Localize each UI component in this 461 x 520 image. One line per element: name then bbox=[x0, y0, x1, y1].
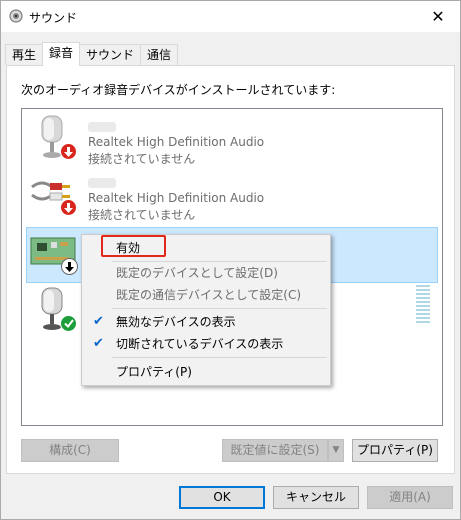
chevron-down-icon: ▼ bbox=[332, 445, 340, 455]
set-default-button[interactable]: 既定値に設定(S) bbox=[222, 439, 328, 462]
set-default-dropdown[interactable]: ▼ bbox=[328, 439, 344, 462]
panel-description: 次のオーディオ録音デバイスがインストールされています: bbox=[21, 83, 336, 97]
menu-item-show-disconnected[interactable]: ✔ 切断されているデバイスの表示 bbox=[84, 333, 328, 355]
down-arrow-icon bbox=[60, 199, 77, 216]
level-meter bbox=[416, 285, 430, 323]
checkmark-icon: ✔ bbox=[93, 336, 104, 351]
checkmark-icon: ✔ bbox=[93, 314, 104, 329]
sound-dialog: サウンド ✕ 再生 録音 サウンド 通信 次のオーディオ録音デバイスがインストー… bbox=[0, 0, 461, 520]
device-name: Realtek High Definition Audio bbox=[88, 135, 265, 149]
down-arrow-icon bbox=[60, 143, 77, 160]
device-name: Realtek High Definition Audio bbox=[88, 191, 265, 205]
close-icon: ✕ bbox=[431, 7, 445, 26]
tab-communications[interactable]: 通信 bbox=[140, 44, 179, 65]
menu-item-set-default[interactable]: 既定のデバイスとして設定(D) bbox=[84, 262, 328, 284]
window-title: サウンド bbox=[29, 11, 78, 25]
device-label-redacted bbox=[88, 121, 116, 135]
menu-item-show-disabled[interactable]: ✔ 無効なデバイスの表示 bbox=[84, 311, 328, 333]
menu-separator bbox=[112, 308, 327, 309]
ok-button[interactable]: OK bbox=[179, 486, 265, 509]
device-status: 接続されていません bbox=[88, 208, 196, 222]
annotation-highlight-box bbox=[101, 235, 166, 257]
menu-item-properties[interactable]: プロパティ(P) bbox=[84, 361, 328, 383]
menu-separator bbox=[112, 357, 327, 358]
tab-playback[interactable]: 再生 bbox=[5, 44, 44, 65]
menu-item-label: 既定の通信デバイスとして設定(C) bbox=[116, 288, 302, 302]
title-bar: サウンド ✕ bbox=[1, 1, 460, 32]
menu-item-label: プロパティ(P) bbox=[116, 365, 192, 379]
menu-item-label: 既定のデバイスとして設定(D) bbox=[116, 266, 278, 280]
down-arrow-icon bbox=[61, 258, 78, 275]
menu-item-set-default-communication[interactable]: 既定の通信デバイスとして設定(C) bbox=[84, 284, 328, 306]
device-status: 接続されていません bbox=[88, 152, 196, 166]
close-button[interactable]: ✕ bbox=[416, 1, 460, 32]
tab-sounds[interactable]: サウンド bbox=[79, 44, 142, 65]
check-icon bbox=[60, 315, 77, 332]
tab-recording[interactable]: 録音 bbox=[42, 42, 81, 66]
device-label-redacted bbox=[88, 177, 116, 191]
menu-item-label: 切断されているデバイスの表示 bbox=[116, 337, 284, 351]
device-item[interactable]: Realtek High Definition Audio 接続されていません bbox=[26, 169, 438, 225]
tab-strip: 再生 録音 サウンド 通信 bbox=[5, 42, 179, 66]
properties-button[interactable]: プロパティ(P) bbox=[352, 439, 438, 462]
menu-item-label: 無効なデバイスの表示 bbox=[116, 315, 236, 329]
speaker-icon bbox=[9, 9, 23, 23]
apply-button[interactable]: 適用(A) bbox=[367, 486, 453, 509]
configure-button[interactable]: 構成(C) bbox=[21, 439, 119, 462]
cancel-button[interactable]: キャンセル bbox=[273, 486, 359, 509]
device-item[interactable]: Realtek High Definition Audio 接続されていません bbox=[26, 113, 438, 169]
